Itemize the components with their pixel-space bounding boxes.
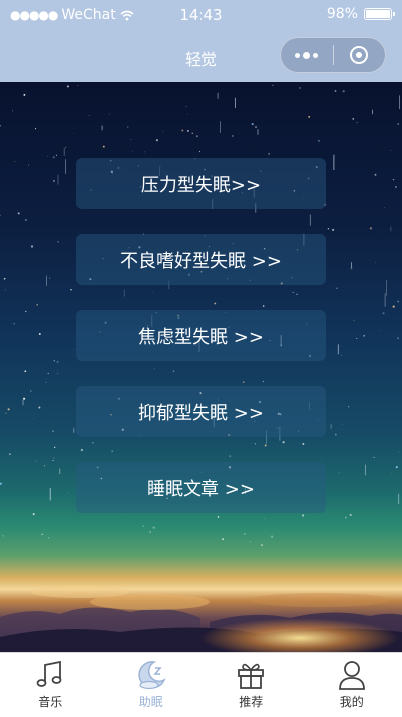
sun-glow xyxy=(200,618,400,652)
main-content: 压力型失眠>> 不良嗜好型失眠 >> 焦虑型失眠 >> 抑郁型失眠 >> 睡眠文… xyxy=(0,82,402,652)
menu-button-sleep-articles[interactable]: 睡眠文章 >> xyxy=(76,462,326,513)
tab-mine[interactable]: 我的 xyxy=(302,653,402,717)
target-circle-icon xyxy=(350,46,368,64)
tab-sleep-aid-label: 助眠 xyxy=(139,693,163,710)
moon-icon xyxy=(134,658,168,692)
close-program-button[interactable] xyxy=(334,38,386,72)
menu-button-anxiety-insomnia[interactable]: 焦虑型失眠 >> xyxy=(76,310,326,361)
tab-recommend-label: 推荐 xyxy=(239,693,263,710)
navigation-bar: 轻觉 xyxy=(0,32,402,82)
battery-group: 98% xyxy=(327,6,392,22)
music-icon xyxy=(33,658,67,692)
tab-bar: 音乐 助眠 推荐 我的 xyxy=(0,652,402,717)
tab-sleep-aid[interactable]: 助眠 xyxy=(101,653,202,717)
gift-icon xyxy=(234,658,268,692)
tab-mine-label: 我的 xyxy=(340,693,364,710)
more-button[interactable] xyxy=(281,38,333,72)
person-icon xyxy=(335,658,369,692)
tab-music[interactable]: 音乐 xyxy=(0,653,101,717)
status-bar: ●●●●● WeChat 14:43 98% xyxy=(0,0,402,32)
menu-button-bad-habit-insomnia[interactable]: 不良嗜好型失眠 >> xyxy=(76,234,326,285)
battery-percent: 98% xyxy=(327,6,358,22)
mini-program-capsule xyxy=(280,37,386,73)
battery-icon xyxy=(364,8,392,20)
tab-recommend[interactable]: 推荐 xyxy=(201,653,302,717)
more-dots-icon xyxy=(295,52,318,59)
menu-button-depression-insomnia[interactable]: 抑郁型失眠 >> xyxy=(76,386,326,437)
tab-music-label: 音乐 xyxy=(38,693,62,710)
menu-button-stress-insomnia[interactable]: 压力型失眠>> xyxy=(76,158,326,209)
